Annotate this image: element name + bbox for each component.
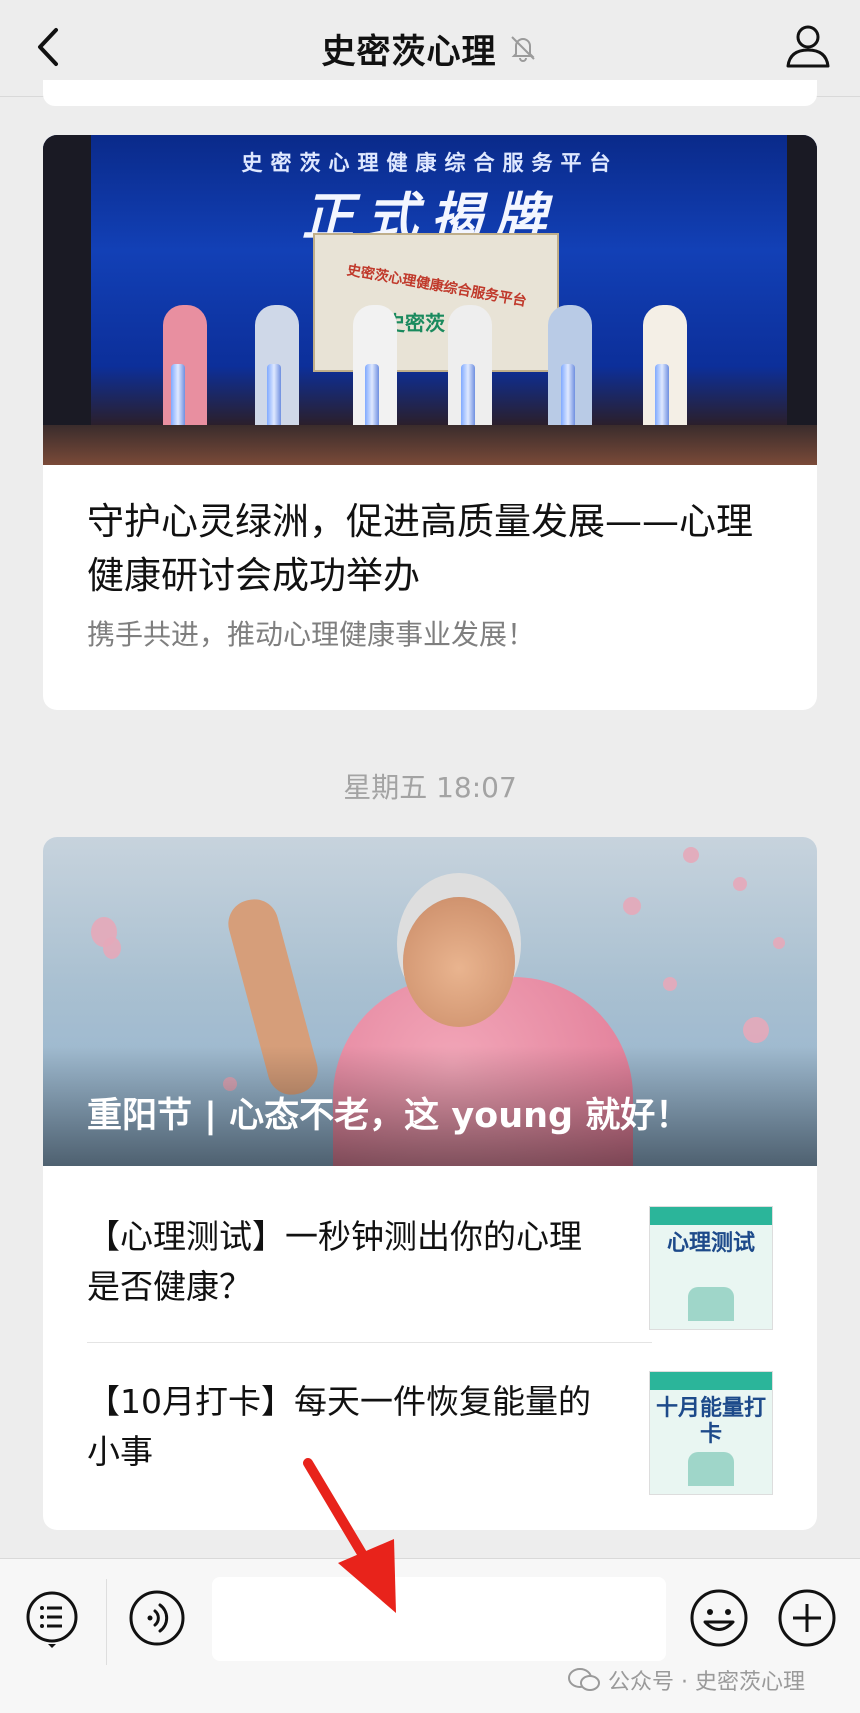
blossom-decoration — [103, 937, 121, 959]
wechat-logo-icon — [568, 1668, 600, 1691]
main-article-title[interactable]: 重阳节 | 心态不老，这 young 就好！ — [87, 1094, 787, 1138]
blossom-decoration — [773, 937, 785, 949]
plus-more-icon[interactable] — [776, 1587, 838, 1649]
article-title[interactable]: 守护心灵绿洲，促进高质量发展——心理健康研讨会成功举办 — [87, 495, 777, 603]
article-summary: 携手共进，推动心理健康事业发展！ — [87, 618, 536, 651]
voice-input-icon[interactable] — [128, 1589, 186, 1647]
article-card[interactable]: 史密茨心理健康综合服务平台 正式揭牌 史密茨心理健康综合服务平台 史密茨 守护心… — [43, 135, 817, 710]
thumbnail-figure — [688, 1452, 734, 1486]
watermark-text: 公众号 · 史密茨心理 — [608, 1670, 805, 1695]
previous-card-tail[interactable] — [43, 80, 817, 106]
article-cover-image: 史密茨心理健康综合服务平台 正式揭牌 史密茨心理健康综合服务平台 史密茨 — [43, 135, 817, 465]
blossom-decoration — [743, 1017, 769, 1043]
profile-icon[interactable] — [782, 20, 834, 72]
stage-banner-text: 史密茨心理健康综合服务平台 — [241, 151, 619, 175]
thumbnail-text: 十月能量打卡 — [656, 1396, 767, 1447]
watermark: 公众号 · 史密茨心理 — [568, 1660, 805, 1700]
sub-article-thumbnail[interactable]: 十月能量打卡 — [649, 1371, 773, 1495]
blossom-decoration — [683, 847, 699, 863]
page-title: 史密茨心理 — [321, 31, 497, 72]
message-timestamp: 星期五 18:07 — [343, 771, 517, 804]
mute-bell-icon — [510, 36, 535, 62]
thumbnail-header-bar — [650, 1207, 772, 1225]
emoji-icon[interactable] — [688, 1587, 750, 1649]
menu-list-icon[interactable] — [24, 1589, 80, 1649]
blossom-decoration — [663, 977, 677, 991]
item-divider — [87, 1342, 652, 1343]
woman-head — [403, 897, 515, 1027]
thumbnail-figure — [688, 1287, 734, 1321]
unveiling-board: 史密茨心理健康综合服务平台 史密茨 — [313, 233, 559, 372]
sub-article-thumbnail[interactable]: 心理测试 — [649, 1206, 773, 1330]
title-group: 史密茨心理 — [0, 22, 860, 74]
blossom-decoration — [733, 877, 747, 891]
main-article-cover[interactable]: 重阳节 | 心态不老，这 young 就好！ — [43, 837, 817, 1166]
thumbnail-text: 心理测试 — [666, 1231, 755, 1256]
article-group-card: 重阳节 | 心态不老，这 young 就好！ 【心理测试】一秒钟测出你的心理是否… — [43, 837, 817, 1530]
stage-floor — [43, 425, 817, 465]
message-input[interactable] — [212, 1577, 666, 1661]
toolbar-divider — [106, 1579, 107, 1665]
thumbnail-header-bar — [650, 1372, 772, 1390]
blossom-decoration — [623, 897, 641, 915]
sub-article-title[interactable]: 【心理测试】一秒钟测出你的心理是否健康？ — [87, 1212, 607, 1312]
red-annotation-arrow-icon — [303, 1458, 396, 1613]
